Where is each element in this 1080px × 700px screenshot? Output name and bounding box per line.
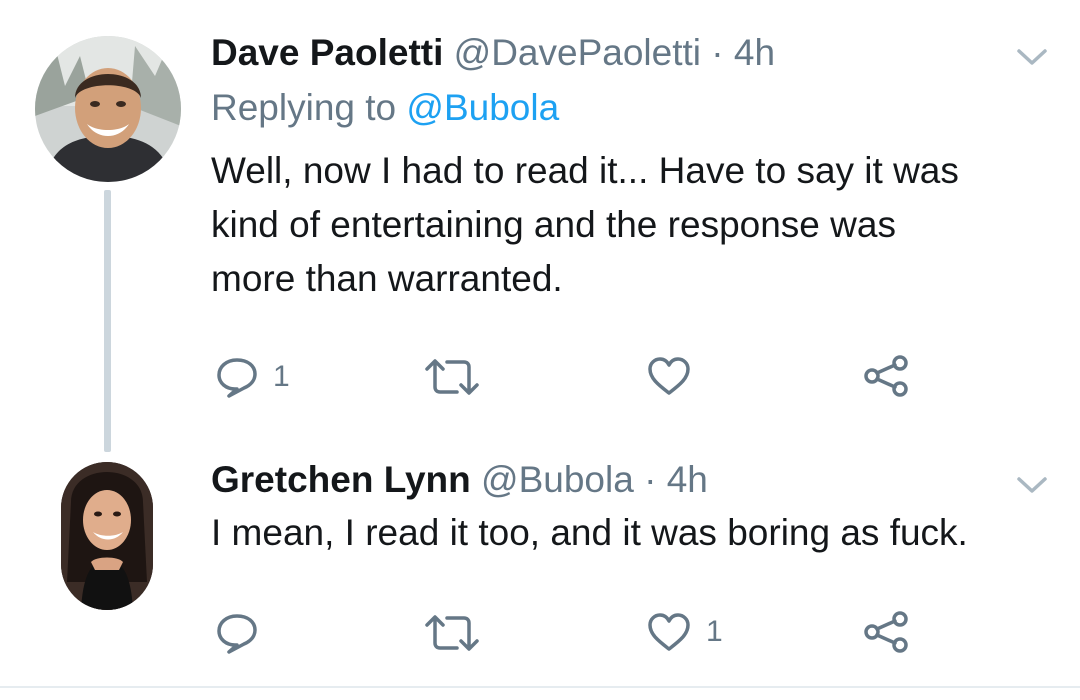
like-count: 1 [706,615,723,648]
display-name[interactable]: Dave Paoletti [211,32,443,73]
heart-icon [646,611,692,653]
share-icon [862,354,910,398]
chevron-down-icon[interactable] [1015,474,1049,496]
reply-icon [215,356,259,398]
retweet-icon [423,357,481,397]
timestamp[interactable]: 4h [667,459,708,500]
reply-count: 1 [273,360,290,393]
separator-dot: · [644,459,657,500]
share-button[interactable] [862,610,910,654]
reply-button[interactable]: 1 [215,356,290,398]
retweet-icon [423,613,481,653]
reply-icon [215,612,259,654]
tweet-text-line: Well, now I had to read it... Have to sa… [211,150,959,191]
tweet-text: Well, now I had to read it... Have to sa… [211,144,1051,306]
replying-to-link[interactable]: @Bubola [406,87,559,128]
share-icon [862,610,910,654]
like-button[interactable]: 1 [646,611,723,653]
replying-prefix: Replying to [211,87,397,128]
user-handle[interactable]: @Bubola [481,459,634,500]
tweet-text-line: I mean, I read it too, and it was boring… [211,512,968,553]
chevron-down-icon[interactable] [1015,46,1049,68]
user-handle[interactable]: @DavePaoletti [454,32,701,73]
separator-dot: · [711,32,724,73]
avatar[interactable] [61,462,153,610]
avatar[interactable] [35,36,181,182]
retweet-button[interactable] [423,613,495,653]
tweet-text-line: more than warranted. [211,258,563,299]
display-name[interactable]: Gretchen Lynn [211,459,471,500]
tweet-text-line: kind of entertaining and the response wa… [211,204,896,245]
timestamp[interactable]: 4h [734,32,775,73]
tweet-header: Gretchen Lynn @Bubola · 4h [211,458,708,502]
tweet-text: I mean, I read it too, and it was boring… [211,506,1051,560]
divider [0,686,1080,688]
share-button[interactable] [862,354,910,398]
like-button[interactable] [646,355,706,397]
retweet-button[interactable] [423,357,495,397]
thread-connector-line [104,190,111,452]
tweet-header: Dave Paoletti @DavePaoletti · 4h [211,31,775,75]
replying-to: Replying to @Bubola [211,86,559,130]
heart-icon [646,355,692,397]
reply-button[interactable] [215,612,273,654]
